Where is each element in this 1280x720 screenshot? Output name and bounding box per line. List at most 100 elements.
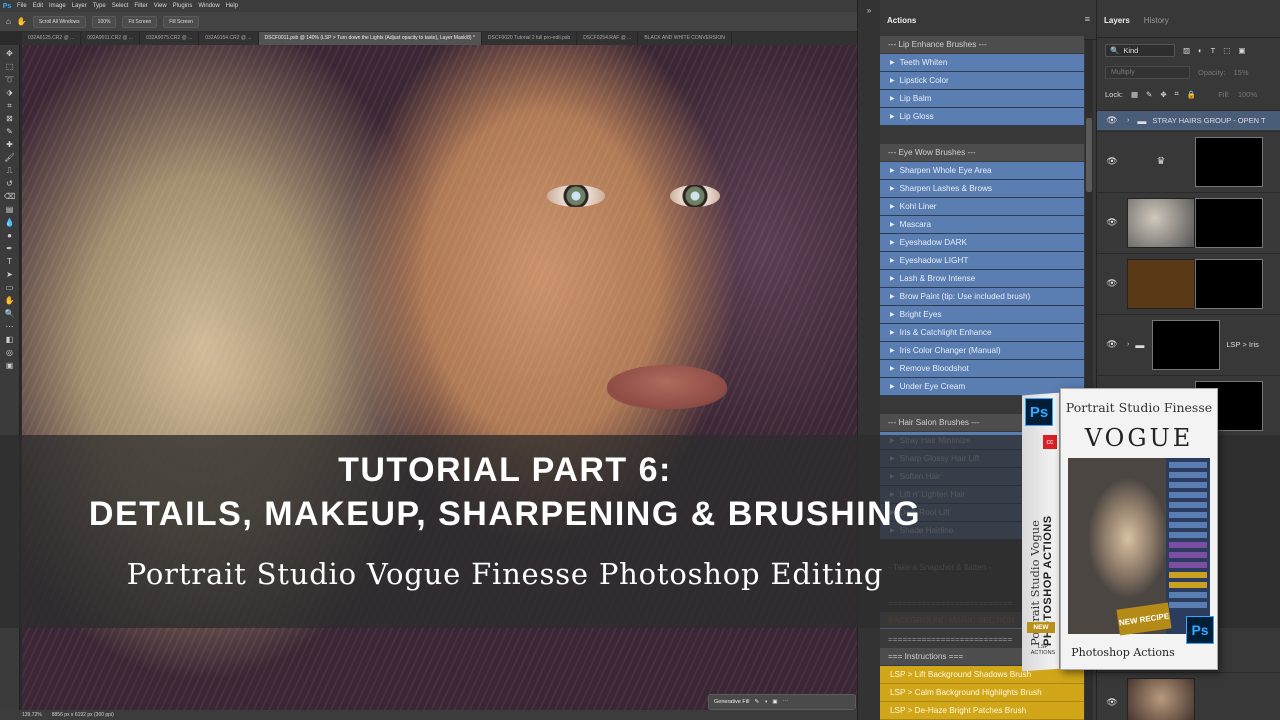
group-expand-icon[interactable]: › xyxy=(1127,341,1129,348)
zoom-level[interactable]: 139.72% xyxy=(22,712,42,718)
action-item[interactable]: ▶ Sharpen Whole Eye Area xyxy=(880,162,1084,180)
play-triangle-icon[interactable]: ▶ xyxy=(890,275,895,282)
kind-filter-select[interactable]: 🔍 Kind xyxy=(1105,43,1175,57)
play-triangle-icon[interactable]: ▶ xyxy=(890,383,895,390)
menu-item[interactable]: File xyxy=(14,3,30,9)
action-set-header[interactable]: --- Eye Wow Brushes --- xyxy=(880,144,1084,162)
play-triangle-icon[interactable]: ▶ xyxy=(890,221,895,228)
action-item[interactable]: ▶ Sharpen Lashes & Brows xyxy=(880,180,1084,198)
clone-stamp-tool-icon[interactable]: ⎍ xyxy=(3,164,17,177)
tab-layers[interactable]: Layers xyxy=(1097,14,1137,27)
dodge-tool-icon[interactable]: ● xyxy=(3,229,17,242)
hand-tool-icon[interactable]: ✋ xyxy=(3,294,17,307)
layer-mask-thumbnail[interactable] xyxy=(1195,136,1263,187)
visibility-eye-icon[interactable]: 👁 xyxy=(1097,156,1127,167)
move-tool-icon[interactable]: ✥ xyxy=(3,47,17,60)
layer-mask-thumbnail[interactable] xyxy=(1195,258,1263,309)
action-item[interactable]: ▶ Teeth Whiten xyxy=(880,54,1084,72)
visibility-eye-icon[interactable]: 👁 xyxy=(1097,217,1127,228)
zoom-tool-icon[interactable]: 🔍 xyxy=(3,307,17,320)
document-tab[interactable]: BLACK AND WHITE CONVERSION xyxy=(638,32,732,45)
action-set-header[interactable]: --- Lip Enhance Brushes --- xyxy=(880,36,1084,54)
invert-icon[interactable]: ◑ xyxy=(764,699,767,705)
lock-all-icon[interactable]: 🔒 xyxy=(1187,90,1196,99)
menu-item[interactable]: Type xyxy=(90,3,109,9)
fill-screen-button[interactable]: Fill Screen xyxy=(163,15,199,28)
type-tool-icon[interactable]: T xyxy=(3,255,17,268)
menu-item[interactable]: Select xyxy=(109,3,132,9)
frame-tool-icon[interactable]: ⊠ xyxy=(3,112,17,125)
lock-position-icon[interactable]: ✥ xyxy=(1160,90,1166,99)
layer-mask-thumbnail[interactable] xyxy=(1152,319,1221,370)
panel-menu-icon[interactable]: ≡ xyxy=(1085,14,1090,24)
layer-row-group[interactable]: 👁 › ▬ LSP > Iris xyxy=(1097,314,1280,374)
layer-mask-thumbnail[interactable] xyxy=(1195,197,1263,248)
action-item[interactable]: ▶ Lip Balm xyxy=(880,90,1084,108)
menu-item[interactable]: Edit xyxy=(30,3,46,9)
rectangle-tool-icon[interactable]: ▭ xyxy=(3,281,17,294)
object-select-tool-icon[interactable]: ⬗ xyxy=(3,86,17,99)
screen-mode-icon[interactable]: ▣ xyxy=(3,359,17,372)
visibility-eye-icon[interactable]: 👁 xyxy=(1097,115,1127,126)
gradient-tool-icon[interactable]: ▤ xyxy=(3,203,17,216)
action-item[interactable]: ▶ Lip Gloss xyxy=(880,108,1084,126)
visibility-eye-icon[interactable]: 👁 xyxy=(1097,697,1127,708)
play-triangle-icon[interactable]: ▶ xyxy=(890,113,895,120)
document-tab[interactable]: 032A9154.CR2 @ ... xyxy=(199,32,259,45)
play-triangle-icon[interactable]: ▶ xyxy=(890,77,895,84)
filter-smart-icon[interactable]: ▣ xyxy=(1238,46,1245,55)
group-expand-icon[interactable]: › xyxy=(1127,117,1129,124)
action-item[interactable]: ▶ Mascara xyxy=(880,216,1084,234)
play-triangle-icon[interactable]: ▶ xyxy=(890,95,895,102)
fill-value[interactable]: 100% xyxy=(1238,90,1257,99)
marquee-tool-icon[interactable]: ⬚ xyxy=(3,60,17,73)
filter-pixel-icon[interactable]: ▨ xyxy=(1183,46,1190,55)
visibility-eye-icon[interactable]: 👁 xyxy=(1097,278,1127,289)
expand-panels-icon[interactable]: » xyxy=(867,6,871,15)
history-brush-tool-icon[interactable]: ↺ xyxy=(3,177,17,190)
tab-actions[interactable]: Actions xyxy=(880,14,923,27)
eraser-tool-icon[interactable]: ⌫ xyxy=(3,190,17,203)
menu-item[interactable]: View xyxy=(151,3,170,9)
action-item[interactable]: ▶ Lash & Brow Intense xyxy=(880,270,1084,288)
menu-item[interactable]: Layer xyxy=(69,3,90,9)
play-triangle-icon[interactable]: ▶ xyxy=(890,239,895,246)
lasso-tool-icon[interactable]: ➰ xyxy=(3,73,17,86)
action-item[interactable]: ▶ Lipstick Color xyxy=(880,72,1084,90)
pen-tool-icon[interactable]: ✒ xyxy=(3,242,17,255)
document-tab[interactable]: 092A9011.CR2 @ ... xyxy=(81,32,141,45)
quick-mask-icon[interactable]: ◎ xyxy=(3,346,17,359)
filter-type-icon[interactable]: T xyxy=(1211,46,1216,55)
blend-mode-select[interactable]: Multiply xyxy=(1105,65,1190,79)
play-triangle-icon[interactable]: ▶ xyxy=(890,329,895,336)
play-triangle-icon[interactable]: ▶ xyxy=(890,365,895,372)
play-triangle-icon[interactable]: ▶ xyxy=(890,311,895,318)
menu-item[interactable]: Window xyxy=(195,3,222,9)
lock-transparent-icon[interactable]: ▦ xyxy=(1131,90,1138,99)
opacity-value[interactable]: 15% xyxy=(1234,68,1249,77)
home-icon[interactable]: ⌂ xyxy=(6,17,11,26)
action-item[interactable]: LSP > Calm Background Highlights Brush xyxy=(880,684,1084,702)
action-item[interactable]: LSP > De-Haze Bright Patches Brush xyxy=(880,702,1084,720)
blur-tool-icon[interactable]: 💧 xyxy=(3,216,17,229)
document-tab[interactable]: 032A6125.CR2 @ ... xyxy=(22,32,82,45)
visibility-eye-icon[interactable]: 👁 xyxy=(1097,339,1127,350)
brush-tool-icon[interactable]: 🖌 xyxy=(3,151,17,164)
play-triangle-icon[interactable]: ▶ xyxy=(890,293,895,300)
generative-fill-button[interactable]: Generative Fill xyxy=(714,699,749,705)
layer-row[interactable]: 👁 xyxy=(1097,672,1280,720)
action-item[interactable]: ▶ Eyeshadow DARK xyxy=(880,234,1084,252)
play-triangle-icon[interactable]: ▶ xyxy=(890,347,895,354)
document-tab[interactable]: DSCF0020 Tutorial 2 full pro-edit.psb xyxy=(482,32,578,45)
zoom-100-button[interactable]: 100% xyxy=(91,15,117,28)
document-tab[interactable]: 032A9075.CR2 @ ... xyxy=(140,32,200,45)
fit-screen-button[interactable]: Fit Screen xyxy=(122,15,158,28)
more-tools-icon[interactable]: ⋯ xyxy=(3,320,17,333)
filter-adjustment-icon[interactable]: ◐ xyxy=(1198,46,1203,55)
mask-icon[interactable]: ▣ xyxy=(772,699,777,705)
play-triangle-icon[interactable]: ▶ xyxy=(890,59,895,66)
spot-healing-tool-icon[interactable]: ✚ xyxy=(3,138,17,151)
menu-item[interactable]: Plugins xyxy=(170,3,196,9)
document-tab[interactable]: DSCF0011.psb @ 140% (LSP > Turn down the… xyxy=(258,32,482,45)
scrollbar-thumb[interactable] xyxy=(1086,118,1092,192)
